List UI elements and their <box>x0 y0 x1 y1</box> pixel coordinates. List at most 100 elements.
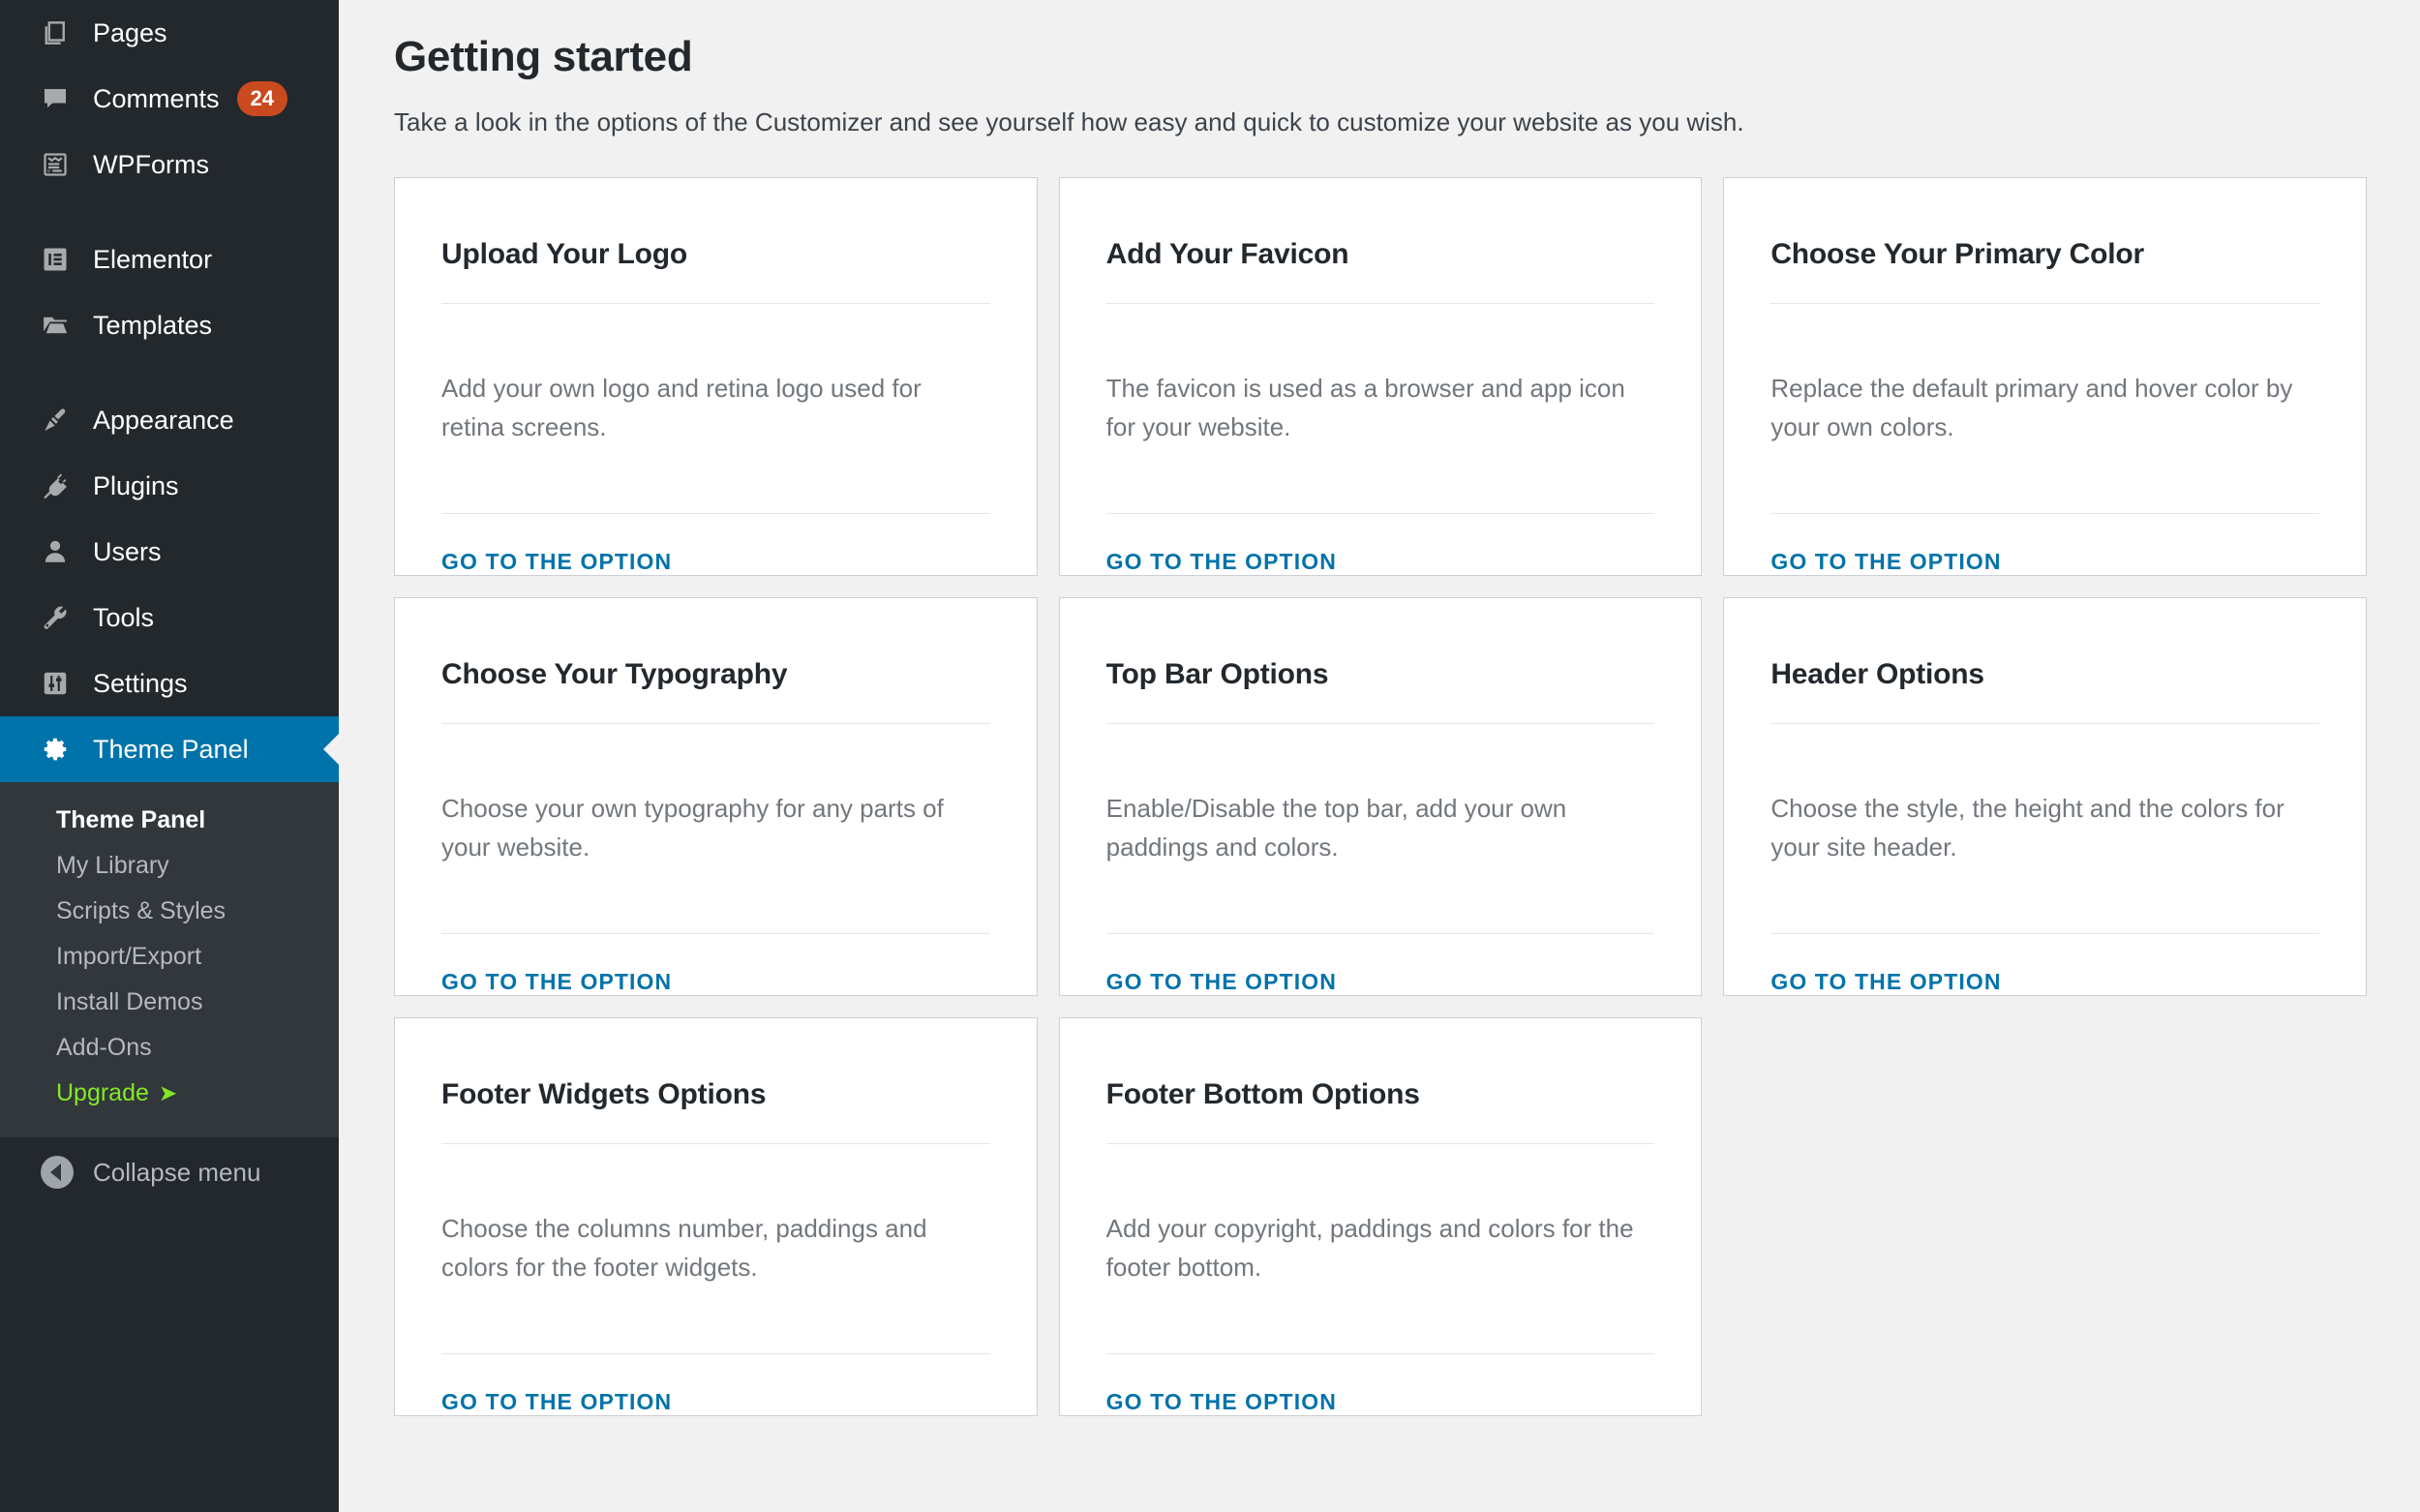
option-card: Footer Bottom Options Add your copyright,… <box>1058 1017 1703 1416</box>
go-to-the-option-link[interactable]: GO TO THE OPTION <box>1106 1389 1337 1415</box>
card-title: Choose Your Typography <box>441 658 788 690</box>
page-subtitle: Take a look in the options of the Custom… <box>394 107 1744 136</box>
option-card: Add Your Favicon The favicon is used as a… <box>1058 177 1703 576</box>
sidebar-item-theme-panel[interactable]: Theme Panel <box>0 716 339 782</box>
wpforms-icon <box>41 150 85 179</box>
sidebar-item-tools[interactable]: Tools <box>0 585 339 650</box>
sidebar-item-label: Templates <box>93 310 213 340</box>
pages-icon <box>41 18 85 47</box>
menu-separator <box>0 358 339 387</box>
option-card: Header Options Choose the style, the heig… <box>1723 597 2367 996</box>
card-link-row: GO TO THE OPTION <box>1770 934 2319 995</box>
sidebar-item-label: Plugins <box>93 470 179 500</box>
admin-screen: Pages Comments 24 WPForms Elementor Templates… <box>0 0 2420 1512</box>
go-to-the-option-link[interactable]: GO TO THE OPTION <box>1106 969 1337 995</box>
submenu-item-label: Theme Panel <box>56 806 206 833</box>
card-title: Top Bar Options <box>1105 658 1329 690</box>
card-link-row: GO TO THE OPTION <box>1106 514 1655 575</box>
go-to-the-option-link[interactable]: GO TO THE OPTION <box>1106 549 1337 575</box>
templates-icon <box>41 311 85 340</box>
comments-icon <box>41 84 85 113</box>
card-description: The favicon is used as a browser and app… <box>1105 374 1625 441</box>
card-link-row: GO TO THE OPTION <box>441 934 990 995</box>
card-title: Header Options <box>1770 658 1984 690</box>
submenu-item-my-library[interactable]: My Library <box>0 843 339 889</box>
option-card: Footer Widgets Options Choose the columns… <box>394 1017 1038 1416</box>
sidebar-item-plugins[interactable]: Plugins <box>0 453 339 519</box>
settings-icon <box>41 669 85 698</box>
submenu-item-label: Upgrade <box>56 1079 149 1106</box>
sidebar-item-wpforms[interactable]: WPForms <box>0 132 339 197</box>
admin-sidebar: Pages Comments 24 WPForms Elementor Templates… <box>0 0 339 1512</box>
sidebar-menu: Pages Comments 24 WPForms Elementor Templates… <box>0 0 339 716</box>
card-title: Footer Bottom Options <box>1105 1078 1420 1110</box>
option-card: Choose Your Primary Color Replace the def… <box>1723 177 2367 576</box>
active-arrow-marker <box>323 734 339 765</box>
submenu-item-install-demos[interactable]: Install Demos <box>0 980 339 1025</box>
card-link-row: GO TO THE OPTION <box>1106 1354 1655 1415</box>
collapse-menu-label: Collapse menu <box>93 1157 261 1187</box>
page-title: Getting started <box>394 33 693 80</box>
card-description: Choose the columns number, paddings and … <box>441 1214 927 1282</box>
submenu-item-add-ons[interactable]: Add-Ons <box>0 1025 339 1071</box>
submenu-item-label: Scripts & Styles <box>56 897 227 924</box>
collapse-menu-button[interactable]: Collapse menu <box>0 1137 339 1207</box>
getting-started-cards: Upload Your Logo Add your own logo and re… <box>394 177 2367 1416</box>
gear-icon <box>41 735 85 764</box>
card-title: Add Your Favicon <box>1105 238 1349 270</box>
option-card: Top Bar Options Enable/Disable the top ba… <box>1058 597 1703 996</box>
sidebar-item-label: Settings <box>93 668 188 698</box>
card-link-row: GO TO THE OPTION <box>1770 514 2319 575</box>
go-to-the-option-link[interactable]: GO TO THE OPTION <box>441 549 672 575</box>
upgrade-arrow-icon: ➤ <box>158 1080 178 1105</box>
card-link-row: GO TO THE OPTION <box>1106 934 1655 995</box>
sidebar-item-pages[interactable]: Pages <box>0 0 339 66</box>
sidebar-item-comments[interactable]: Comments 24 <box>0 66 339 132</box>
main-content: Getting started Take a look in the optio… <box>339 0 2420 1512</box>
sidebar-item-label: Users <box>93 536 162 566</box>
card-description: Enable/Disable the top bar, add your own… <box>1105 794 1567 862</box>
submenu-item-label: Add-Ons <box>56 1034 152 1061</box>
card-description: Choose the style, the height and the col… <box>1770 794 2284 862</box>
option-card: Choose Your Typography Choose your own ty… <box>394 597 1038 996</box>
sidebar-item-elementor[interactable]: Elementor <box>0 227 339 292</box>
plugins-icon <box>41 471 85 500</box>
card-link-row: GO TO THE OPTION <box>441 1354 990 1415</box>
sidebar-item-users[interactable]: Users <box>0 519 339 585</box>
sidebar-item-label: WPForms <box>93 149 209 179</box>
sidebar-item-label: Elementor <box>93 244 213 274</box>
submenu-item-scripts-styles[interactable]: Scripts & Styles <box>0 889 339 934</box>
sidebar-item-label: Appearance <box>93 405 234 435</box>
submenu-item-label: My Library <box>56 852 169 879</box>
collapse-left-icon <box>41 1156 74 1189</box>
sidebar-item-label: Theme Panel <box>93 734 249 764</box>
comments-count-badge: 24 <box>236 81 288 116</box>
submenu-item-upgrade[interactable]: Upgrade ➤ <box>0 1071 339 1116</box>
go-to-the-option-link[interactable]: GO TO THE OPTION <box>1770 549 2001 575</box>
submenu-item-theme-panel[interactable]: Theme Panel <box>0 798 339 843</box>
sidebar-item-label: Comments <box>93 83 220 113</box>
tools-icon <box>41 603 85 632</box>
sidebar-item-appearance[interactable]: Appearance <box>0 387 339 453</box>
card-title: Upload Your Logo <box>441 238 687 270</box>
go-to-the-option-link[interactable]: GO TO THE OPTION <box>441 969 672 995</box>
go-to-the-option-link[interactable]: GO TO THE OPTION <box>1770 969 2001 995</box>
sidebar-item-templates[interactable]: Templates <box>0 292 339 358</box>
sidebar-item-label: Pages <box>93 17 167 47</box>
sidebar-item-label: Tools <box>93 602 155 632</box>
submenu-item-import-export[interactable]: Import/Export <box>0 934 339 980</box>
card-description: Choose your own typography for any parts… <box>441 794 944 862</box>
theme-panel-submenu: Theme Panel My Library Scripts & Styles Imp… <box>0 782 339 1137</box>
card-title: Footer Widgets Options <box>441 1078 767 1110</box>
card-description: Add your copyright, paddings and colors … <box>1105 1214 1634 1282</box>
sidebar-item-settings[interactable]: Settings <box>0 650 339 716</box>
go-to-the-option-link[interactable]: GO TO THE OPTION <box>441 1389 672 1415</box>
card-link-row: GO TO THE OPTION <box>441 514 990 575</box>
submenu-item-label: Import/Export <box>56 943 202 970</box>
submenu-item-label: Install Demos <box>56 988 203 1015</box>
card-description: Add your own logo and retina logo used f… <box>441 374 922 441</box>
card-title: Choose Your Primary Color <box>1770 238 2144 270</box>
elementor-icon <box>41 245 85 274</box>
card-description: Replace the default primary and hover co… <box>1770 374 2293 441</box>
users-icon <box>41 537 85 566</box>
